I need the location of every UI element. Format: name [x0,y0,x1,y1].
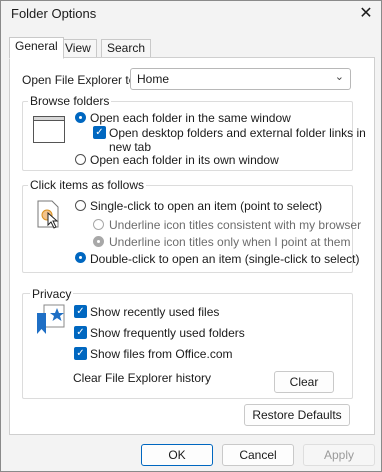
privacy-title: Privacy [30,287,74,301]
ok-button[interactable]: OK [141,444,213,466]
tab-general[interactable]: General [9,37,64,59]
office-files-checkbox[interactable]: ✓ [74,347,87,360]
single-click-label: Single-click to open an item (point to s… [90,199,323,213]
underline-point-label: Underline icon titles only when I point … [109,235,351,249]
document-pointer-icon [37,200,59,229]
quick-access-star-icon [37,304,65,334]
chevron-down-icon: ⌄ [334,71,344,83]
double-click-radio[interactable] [75,252,86,263]
close-icon[interactable]: ✕ [351,1,381,29]
open-explorer-label: Open File Explorer to: [22,73,139,87]
open-explorer-value: Home [137,72,170,86]
open-desktop-new-tab-checkbox[interactable]: ✓ [93,126,106,139]
single-click-radio[interactable] [75,200,86,211]
clear-button-label: Clear [289,375,319,389]
tab-label: View [65,41,91,55]
tab-label: Search [107,41,146,55]
folder-options-dialog: Folder Options ✕ View Search General Ope… [0,0,382,472]
open-desktop-label-line1: Open desktop folders and external folder… [109,126,366,140]
tab-view[interactable]: View [59,39,97,59]
cancel-label: Cancel [239,448,277,462]
open-explorer-dropdown[interactable]: Home ⌄ [130,68,351,90]
restore-defaults-button[interactable]: Restore Defaults [244,404,350,426]
open-desktop-label-line2: new tab [109,140,152,154]
office-files-label: Show files from Office.com [90,347,233,361]
cancel-button[interactable]: Cancel [222,444,294,466]
title-bar: Folder Options ✕ [1,1,381,31]
recent-files-checkbox[interactable]: ✓ [74,305,87,318]
window-title: Folder Options [11,6,97,21]
own-window-label: Open each folder in its own window [90,153,279,167]
apply-label: Apply [323,448,355,462]
underline-browser-radio[interactable] [93,219,104,230]
underline-point-radio[interactable] [93,236,104,247]
underline-browser-label: Underline icon titles consistent with my… [109,218,362,232]
apply-button[interactable]: Apply [303,444,375,466]
same-window-label: Open each folder in the same window [90,111,291,125]
frequent-folders-checkbox[interactable]: ✓ [74,326,87,339]
ok-label: OK [168,448,186,462]
recent-files-label: Show recently used files [90,305,220,319]
clear-history-button[interactable]: Clear [274,371,334,393]
frequent-folders-label: Show frequently used folders [90,326,245,340]
browse-folders-title: Browse folders [28,94,112,108]
tab-label: General [15,39,58,53]
double-click-label: Double-click to open an item (single-cli… [90,252,360,266]
clear-history-label: Clear File Explorer history [73,371,212,385]
tab-search[interactable]: Search [101,39,152,59]
window-layout-icon [33,116,65,143]
own-window-radio[interactable] [75,154,86,165]
click-items-title: Click items as follows [28,178,147,192]
same-window-radio[interactable] [75,112,86,123]
restore-defaults-label: Restore Defaults [252,408,342,422]
